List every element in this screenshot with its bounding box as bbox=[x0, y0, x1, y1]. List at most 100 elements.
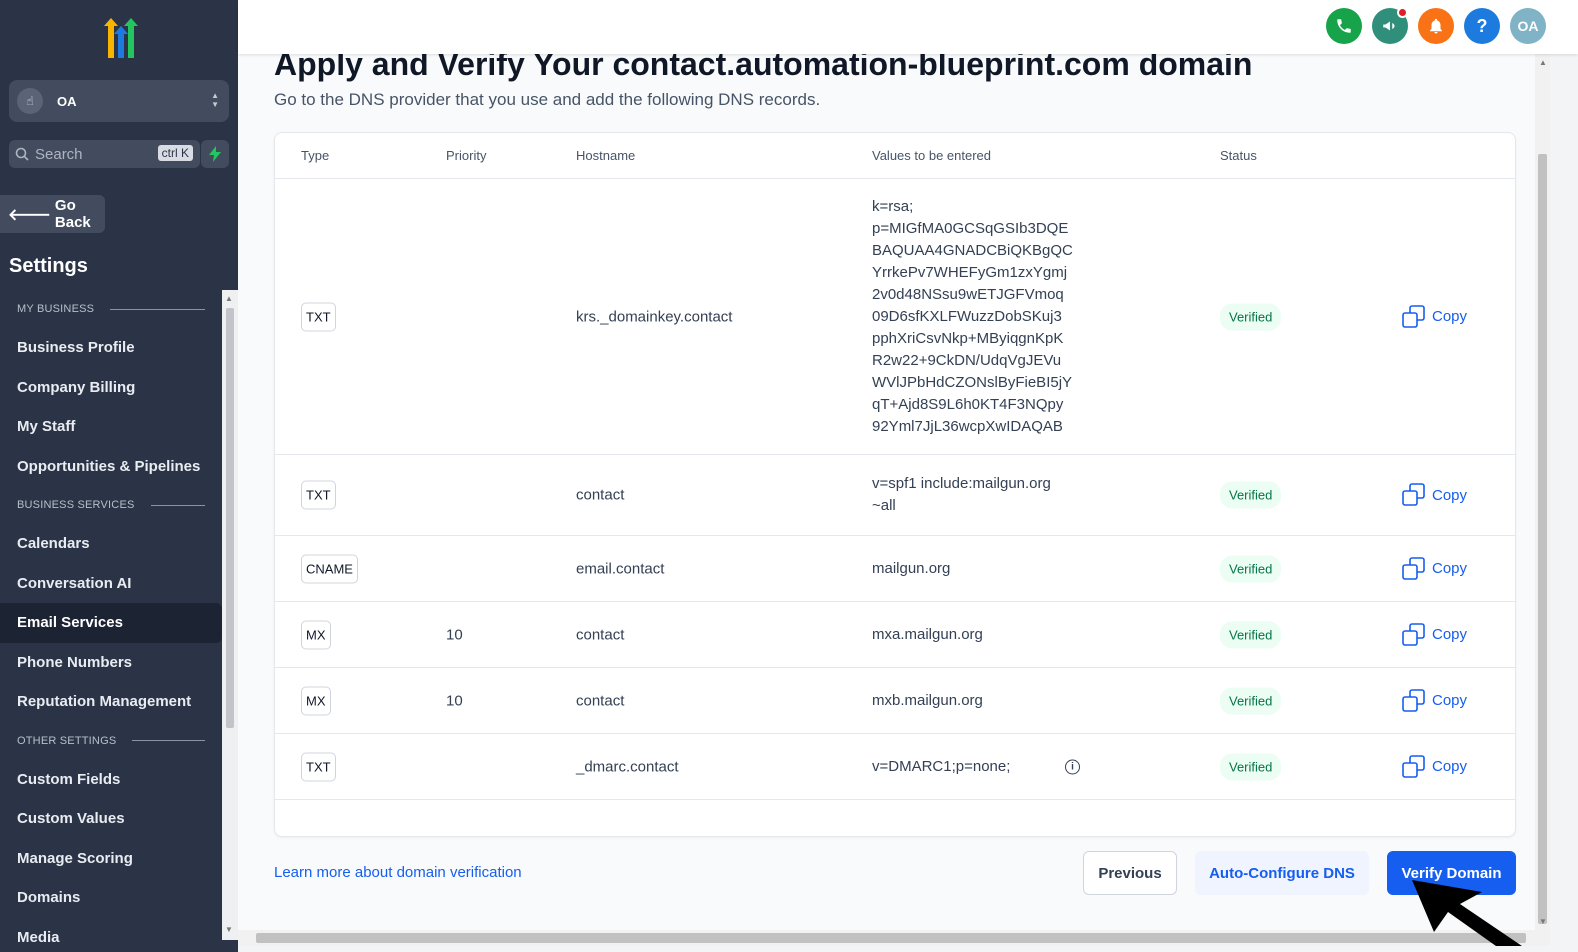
record-value-line: YrrkePv7WHEFyGm1zxYgmj bbox=[872, 263, 1068, 281]
record-value-line: qT+Ajd8S9L6h0KT4F3NQpy bbox=[872, 395, 1064, 413]
col-priority: Priority bbox=[446, 148, 487, 163]
copy-label: Copy bbox=[1432, 692, 1468, 709]
record-value-line: ~all bbox=[872, 497, 896, 514]
table-header: Type Priority Hostname Values to be ente… bbox=[275, 133, 1515, 179]
announcements-button[interactable] bbox=[1372, 7, 1408, 44]
bell-icon bbox=[1430, 18, 1442, 34]
search-input[interactable]: Search ctrl K bbox=[9, 140, 200, 168]
record-hostname: contact bbox=[576, 486, 625, 504]
previous-button[interactable]: Previous bbox=[1083, 851, 1177, 895]
avatar[interactable]: OA bbox=[1510, 8, 1546, 44]
record-type-badge: TXT bbox=[301, 752, 336, 781]
record-value[interactable]: v=DMARC1;p=none; bbox=[872, 756, 1010, 778]
sidebar-item-conversation-ai[interactable]: Conversation AI bbox=[0, 564, 222, 604]
search-icon bbox=[15, 147, 29, 161]
sidebar: ☝ OA ▲ ▼ Search ctrl K 🡐 Go Back Settings… bbox=[0, 0, 238, 952]
top-header: ? OA bbox=[238, 0, 1578, 54]
search-placeholder: Search bbox=[35, 145, 83, 163]
sidebar-item-reputation[interactable]: Reputation Management bbox=[0, 682, 222, 722]
status-badge: Verified bbox=[1220, 303, 1282, 330]
record-hostname: _dmarc.contact bbox=[576, 758, 679, 775]
page-subtitle: Go to the DNS provider that you use and … bbox=[274, 90, 821, 109]
app-logo[interactable] bbox=[96, 18, 142, 62]
status-badge: Verified bbox=[1220, 687, 1282, 714]
sidebar-scroll-thumb[interactable] bbox=[226, 308, 234, 728]
record-value-line: pphXriCsvNkp+MByiqgnKpK bbox=[872, 329, 1064, 347]
record-priority: 10 bbox=[446, 692, 463, 709]
notifications-button[interactable] bbox=[1418, 8, 1454, 44]
copy-icon bbox=[1402, 622, 1425, 646]
status-badge: Verified bbox=[1220, 753, 1282, 780]
record-hostname: contact bbox=[576, 626, 625, 643]
phone-button[interactable] bbox=[1326, 8, 1362, 44]
dns-records-table: Type Priority Hostname Values to be ente… bbox=[274, 132, 1516, 837]
search-shortcut: ctrl K bbox=[157, 145, 193, 161]
sidebar-item-my-staff[interactable]: My Staff bbox=[0, 407, 222, 447]
scroll-up-icon[interactable]: ▲ bbox=[1539, 58, 1547, 67]
help-button[interactable]: ? bbox=[1464, 8, 1500, 44]
sidebar-item-custom-fields[interactable]: Custom Fields bbox=[0, 760, 222, 800]
record-value-line: 2v0d48NSsu9wETJGFVmoq bbox=[872, 285, 1064, 303]
main-horizontal-scrollbar[interactable] bbox=[238, 930, 1550, 946]
copy-button[interactable]: Copy bbox=[1402, 556, 1468, 581]
record-hostname: email.contact bbox=[576, 560, 665, 577]
copy-button[interactable]: Copy bbox=[1402, 754, 1467, 779]
copy-icon bbox=[1402, 556, 1425, 580]
sidebar-item-business-profile[interactable]: Business Profile bbox=[0, 328, 222, 368]
notification-dot bbox=[1397, 7, 1408, 18]
record-type-badge: TXT bbox=[301, 480, 336, 510]
copy-button[interactable]: Copy bbox=[1402, 304, 1467, 329]
page-title: Apply and Verify Your contact.automation… bbox=[274, 54, 1253, 82]
arrow-left-icon: 🡐 bbox=[8, 206, 51, 224]
scroll-up-icon[interactable]: ▲ bbox=[225, 294, 233, 303]
main-vertical-scroll-thumb[interactable] bbox=[1538, 154, 1547, 924]
main-horizontal-scroll-thumb[interactable] bbox=[256, 933, 1526, 943]
auto-configure-dns-button[interactable]: Auto-Configure DNS bbox=[1195, 851, 1369, 895]
learn-more-link[interactable]: Learn more about domain verification bbox=[274, 864, 522, 881]
record-value[interactable]: v=spf1 include:mailgun.org ~all bbox=[872, 473, 1051, 517]
sidebar-scrollbar[interactable]: ▲ ▼ bbox=[222, 290, 238, 940]
sidebar-item-manage-scoring[interactable]: Manage Scoring bbox=[0, 839, 222, 879]
sidebar-item-company-billing[interactable]: Company Billing bbox=[0, 368, 222, 408]
go-back-button[interactable]: 🡐 Go Back bbox=[0, 195, 105, 233]
copy-label: Copy bbox=[1432, 486, 1468, 504]
section-other-settings: OTHER SETTINGS bbox=[0, 722, 222, 760]
record-value-line: R2w22+9CkDN/UdqVgJEVu bbox=[872, 351, 1062, 369]
settings-title: Settings bbox=[9, 255, 88, 277]
record-value-line: k=rsa; bbox=[872, 197, 914, 215]
quick-action-button[interactable] bbox=[201, 140, 229, 168]
copy-icon bbox=[1402, 483, 1425, 506]
sidebar-item-opportunities[interactable]: Opportunities & Pipelines bbox=[0, 447, 222, 487]
copy-button[interactable]: Copy bbox=[1402, 688, 1468, 713]
col-values: Values to be entered bbox=[872, 148, 992, 163]
pointer-icon: ☝ bbox=[17, 88, 43, 114]
sidebar-item-calendars[interactable]: Calendars bbox=[0, 524, 222, 564]
info-icon[interactable]: i bbox=[1065, 759, 1080, 774]
sidebar-item-custom-values[interactable]: Custom Values bbox=[0, 799, 222, 839]
main-vertical-scrollbar[interactable]: ▲ ▼ bbox=[1535, 54, 1550, 930]
account-switcher[interactable]: ☝ OA ▲ ▼ bbox=[9, 80, 229, 122]
copy-button[interactable]: Copy bbox=[1402, 483, 1467, 507]
record-value-line: 92Yml7JjL36wcpXwIDAQAB bbox=[872, 417, 1063, 435]
copy-icon bbox=[1402, 688, 1425, 712]
copy-button[interactable]: Copy bbox=[1402, 622, 1467, 647]
scroll-down-icon[interactable]: ▼ bbox=[225, 925, 233, 934]
copy-label: Copy bbox=[1432, 560, 1468, 577]
sidebar-item-phone-numbers[interactable]: Phone Numbers bbox=[0, 643, 222, 683]
table-row: TXT contact v=spf1 include:mailgun.org ~all… bbox=[275, 455, 1515, 536]
record-type-badge: CNAME bbox=[301, 554, 358, 583]
record-type-badge: MX bbox=[301, 620, 331, 649]
updown-caret-icon: ▲ ▼ bbox=[211, 91, 219, 109]
record-value[interactable]: k=rsa; p=MIGfMA0GCSqGSIb3DQE BAQUAA4GNADCB… bbox=[872, 196, 1073, 438]
col-hostname: Hostname bbox=[576, 148, 636, 163]
sidebar-item-media[interactable]: Media bbox=[0, 918, 222, 952]
record-value[interactable]: mailgun.org bbox=[872, 558, 950, 580]
sidebar-item-domains[interactable]: Domains bbox=[0, 878, 222, 918]
record-value-line: v=DMARC1;p=none; bbox=[872, 757, 1011, 775]
record-value[interactable]: mxb.mailgun.org bbox=[872, 690, 983, 712]
sidebar-item-email-services[interactable]: Email Services bbox=[0, 603, 222, 643]
account-name: OA bbox=[57, 93, 77, 109]
phone-icon bbox=[1337, 19, 1351, 33]
table-row: MX 10 contact mxa.mailgun.org Verified Copy bbox=[275, 602, 1515, 668]
record-value[interactable]: mxa.mailgun.org bbox=[872, 624, 983, 646]
